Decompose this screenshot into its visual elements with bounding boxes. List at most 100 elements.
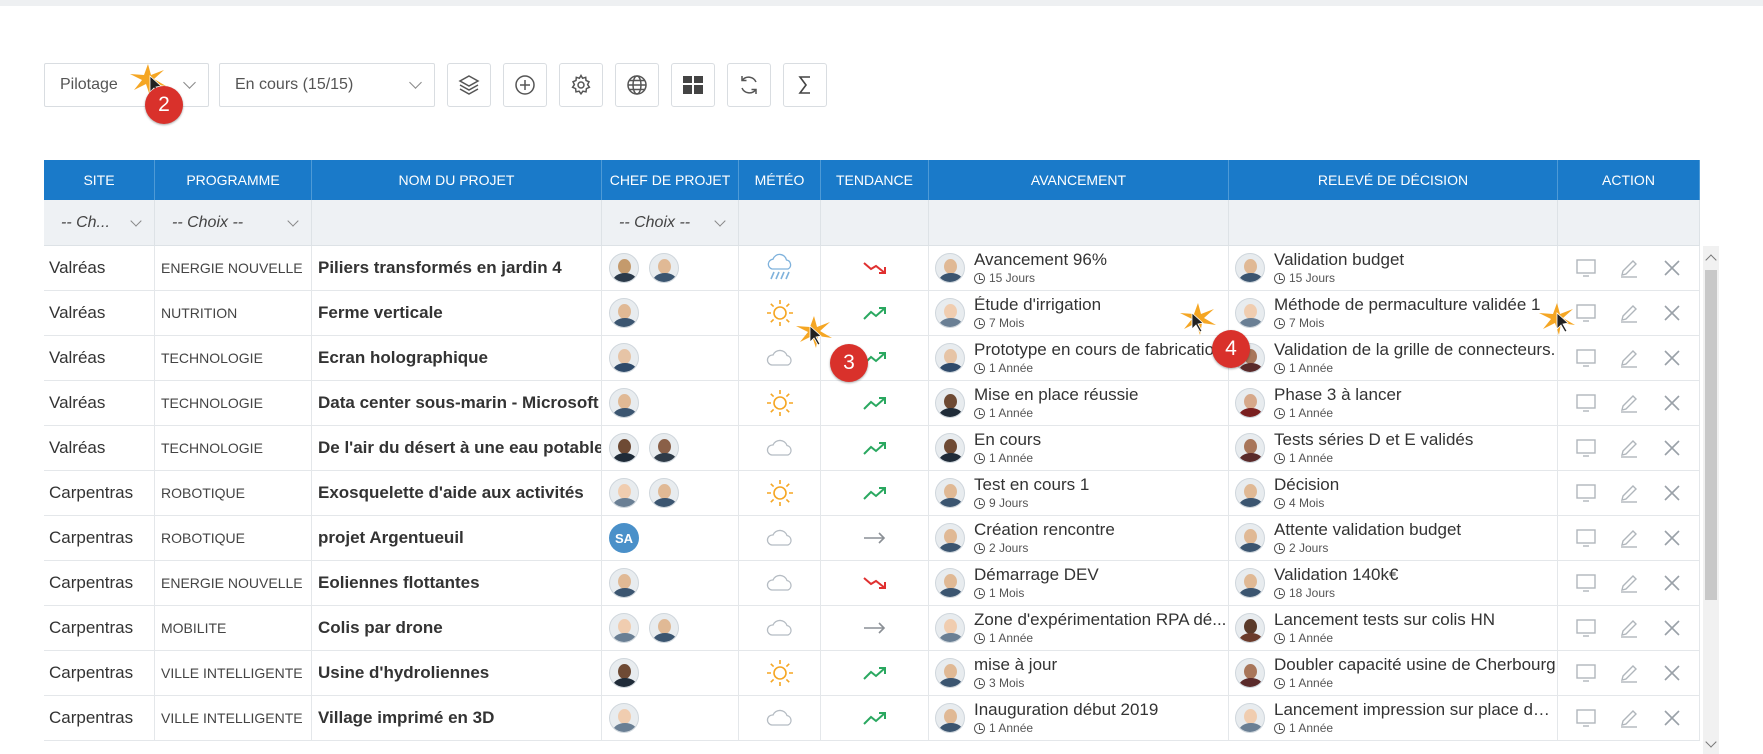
- layers-button[interactable]: [447, 63, 491, 107]
- avatar[interactable]: [1235, 433, 1265, 463]
- table-row[interactable]: Carpentras MOBILITE Colis par drone Zone d'…: [44, 606, 1700, 651]
- table-row[interactable]: Carpentras VILLE INTELLIGENTE Usine d'hydr…: [44, 651, 1700, 696]
- avatar[interactable]: [649, 478, 679, 508]
- view-icon[interactable]: [1574, 661, 1598, 685]
- meteo-cell[interactable]: [739, 651, 821, 695]
- avancement-cell[interactable]: Démarrage DEV 1 Mois: [929, 561, 1229, 605]
- delete-icon[interactable]: [1660, 481, 1684, 505]
- avancement-cell[interactable]: Prototype en cours de fabrication 1 Année: [929, 336, 1229, 380]
- view-select[interactable]: Pilotage: [44, 63, 209, 107]
- delete-icon[interactable]: [1660, 391, 1684, 415]
- avatar[interactable]: [1235, 478, 1265, 508]
- scroll-up-icon[interactable]: [1705, 254, 1717, 266]
- delete-icon[interactable]: [1660, 301, 1684, 325]
- project-name-cell[interactable]: Ferme verticale: [312, 291, 602, 335]
- edit-icon[interactable]: [1617, 706, 1641, 730]
- delete-icon[interactable]: [1660, 571, 1684, 595]
- project-name-cell[interactable]: Piliers transformés en jardin 4: [312, 246, 602, 290]
- releve-cell[interactable]: Lancement impression sur place de ... 1 A…: [1229, 696, 1558, 740]
- edit-icon[interactable]: [1617, 661, 1641, 685]
- status-select[interactable]: En cours (15/15): [219, 63, 435, 107]
- avancement-cell[interactable]: Mise en place réussie 1 Année: [929, 381, 1229, 425]
- project-name-cell[interactable]: Usine d'hydroliennes: [312, 651, 602, 695]
- avatar[interactable]: [1235, 568, 1265, 598]
- meteo-cell[interactable]: [739, 606, 821, 650]
- table-row[interactable]: Carpentras VILLE INTELLIGENTE Village impr…: [44, 696, 1700, 741]
- view-icon[interactable]: [1574, 571, 1598, 595]
- header-nom[interactable]: NOM DU PROJET: [312, 160, 602, 200]
- avancement-cell[interactable]: Inauguration début 2019 1 Année: [929, 696, 1229, 740]
- project-name-cell[interactable]: projet Argentueuil: [312, 516, 602, 560]
- filter-programme[interactable]: -- Choix --: [155, 200, 312, 245]
- header-meteo[interactable]: MÉTÉO: [739, 160, 821, 200]
- project-name-cell[interactable]: Ecran holographique: [312, 336, 602, 380]
- avancement-cell[interactable]: En cours 1 Année: [929, 426, 1229, 470]
- project-name-cell[interactable]: Colis par drone: [312, 606, 602, 650]
- view-icon[interactable]: [1574, 436, 1598, 460]
- meteo-cell[interactable]: [739, 516, 821, 560]
- avatar[interactable]: [649, 253, 679, 283]
- avatar[interactable]: [935, 478, 965, 508]
- view-icon[interactable]: [1574, 616, 1598, 640]
- dashboard-button[interactable]: [671, 63, 715, 107]
- releve-cell[interactable]: Validation de la grille de connecteurs. 1…: [1229, 336, 1558, 380]
- avatar[interactable]: [609, 568, 639, 598]
- avatar[interactable]: [1235, 613, 1265, 643]
- edit-icon[interactable]: [1617, 256, 1641, 280]
- edit-icon[interactable]: [1617, 481, 1641, 505]
- avatar[interactable]: [935, 433, 965, 463]
- avatar[interactable]: [1235, 658, 1265, 688]
- sum-button[interactable]: [783, 63, 827, 107]
- avatar[interactable]: [935, 253, 965, 283]
- avatar[interactable]: SA: [609, 523, 639, 553]
- meteo-cell[interactable]: [739, 246, 821, 290]
- filter-site[interactable]: -- Ch...: [44, 200, 155, 245]
- edit-icon[interactable]: [1617, 571, 1641, 595]
- avatar[interactable]: [1235, 298, 1265, 328]
- table-row[interactable]: Valréas TECHNOLOGIE Data center sous-marin…: [44, 381, 1700, 426]
- releve-cell[interactable]: Décision 4 Mois: [1229, 471, 1558, 515]
- header-programme[interactable]: PROGRAMME: [155, 160, 312, 200]
- scroll-down-icon[interactable]: [1705, 736, 1717, 748]
- view-icon[interactable]: [1574, 481, 1598, 505]
- avatar[interactable]: [935, 613, 965, 643]
- releve-cell[interactable]: Attente validation budget 2 Jours: [1229, 516, 1558, 560]
- edit-icon[interactable]: [1617, 436, 1641, 460]
- avatar[interactable]: [935, 568, 965, 598]
- avatar[interactable]: [609, 613, 639, 643]
- avancement-cell[interactable]: Avancement 96% 15 Jours: [929, 246, 1229, 290]
- releve-cell[interactable]: Validation 140k€ 18 Jours: [1229, 561, 1558, 605]
- filter-chef[interactable]: -- Choix --: [602, 200, 739, 245]
- releve-cell[interactable]: Doubler capacité usine de Cherbourg 1 Ann…: [1229, 651, 1558, 695]
- avatar[interactable]: [935, 523, 965, 553]
- table-row[interactable]: Valréas ENERGIE NOUVELLE Piliers transform…: [44, 246, 1700, 291]
- avatar[interactable]: [609, 253, 639, 283]
- avatar[interactable]: [1235, 703, 1265, 733]
- view-icon[interactable]: [1574, 706, 1598, 730]
- releve-cell[interactable]: Phase 3 à lancer 1 Année: [1229, 381, 1558, 425]
- avatar[interactable]: [935, 703, 965, 733]
- delete-icon[interactable]: [1660, 346, 1684, 370]
- table-row[interactable]: Valréas NUTRITION Ferme verticale Étude d'i…: [44, 291, 1700, 336]
- releve-cell[interactable]: Validation budget 15 Jours: [1229, 246, 1558, 290]
- refresh-button[interactable]: [727, 63, 771, 107]
- vertical-scrollbar[interactable]: [1703, 246, 1719, 754]
- releve-cell[interactable]: Lancement tests sur colis HN 1 Année: [1229, 606, 1558, 650]
- avatar[interactable]: [609, 388, 639, 418]
- project-name-cell[interactable]: Eoliennes flottantes: [312, 561, 602, 605]
- delete-icon[interactable]: [1660, 526, 1684, 550]
- avatar[interactable]: [1235, 253, 1265, 283]
- view-icon[interactable]: [1574, 256, 1598, 280]
- meteo-cell[interactable]: [739, 381, 821, 425]
- avatar[interactable]: [935, 388, 965, 418]
- releve-cell[interactable]: Méthode de permaculture validée 17 Mois: [1229, 291, 1558, 335]
- edit-icon[interactable]: [1617, 301, 1641, 325]
- avatar[interactable]: [935, 343, 965, 373]
- header-chef[interactable]: CHEF DE PROJET: [602, 160, 739, 200]
- table-row[interactable]: Carpentras ROBOTIQUE projet Argentueuil SA C…: [44, 516, 1700, 561]
- globe-button[interactable]: [615, 63, 659, 107]
- header-avancement[interactable]: AVANCEMENT: [929, 160, 1229, 200]
- delete-icon[interactable]: [1660, 706, 1684, 730]
- delete-icon[interactable]: [1660, 661, 1684, 685]
- scrollbar-thumb[interactable]: [1705, 270, 1717, 600]
